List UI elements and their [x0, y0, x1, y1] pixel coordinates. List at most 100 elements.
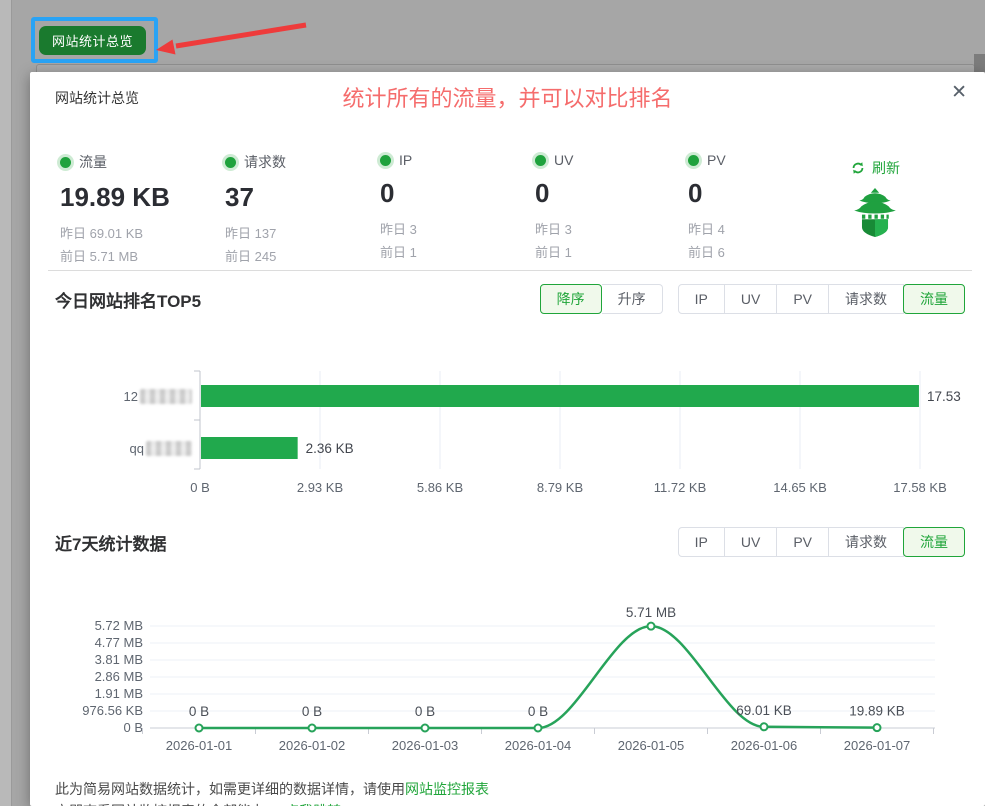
close-icon[interactable]: ✕ [951, 83, 967, 102]
stat-history: 昨日 3前日 1 [535, 218, 685, 264]
top5-bar-chart: 0 B 2.93 KB 5.86 KB 8.79 KB 11.72 KB 14.65 KB… [55, 357, 965, 507]
line-y-tick-label: 1.91 MB [95, 686, 143, 701]
bar-category-1: 12 [55, 385, 192, 407]
bar-rect [201, 385, 919, 407]
sort-desc-button[interactable]: 降序 [540, 284, 602, 314]
bar-x-tick-label: 2.93 KB [297, 480, 343, 495]
section-divider [48, 270, 972, 271]
line-chart-svg: 0 B976.56 KB1.91 MB2.86 MB3.81 MB4.77 MB… [55, 595, 965, 765]
bar-x-tick-label: 5.86 KB [417, 480, 463, 495]
stat-label: PV [707, 152, 726, 168]
site-stats-modal: 网站统计总览 统计所有的流量，并可以对比排名 ✕ 流量 19.89 KB 昨日 … [30, 72, 985, 806]
bar-x-tick-label: 0 B [190, 480, 210, 495]
line-y-tick-label: 2.86 MB [95, 669, 143, 684]
footer-text: 此为简易网站数据统计，如需更详细的数据详情，请使用 [55, 781, 405, 797]
line-x-tick-label: 2026-01-04 [505, 738, 572, 753]
stat-uv: UV 0 昨日 3前日 1 [535, 152, 685, 264]
tab-traffic[interactable]: 流量 [903, 527, 965, 557]
tab-pv[interactable]: PV [777, 284, 829, 314]
annotation-arrow-icon [148, 14, 313, 60]
stat-label: UV [554, 152, 573, 168]
sort-asc-button[interactable]: 升序 [602, 284, 663, 314]
line-point-label: 0 B [415, 704, 435, 719]
last7-line-chart: 0 B976.56 KB1.91 MB2.86 MB3.81 MB4.77 MB… [55, 595, 965, 765]
bar-category-text: qq [130, 441, 144, 456]
bar-value-label: 2.36 KB [306, 441, 354, 456]
green-dot-icon [688, 155, 699, 166]
baota-logo-icon [830, 187, 920, 242]
line-point-marker [309, 725, 316, 732]
refresh-button[interactable]: 刷新 [850, 158, 900, 178]
tab-requests[interactable]: 请求数 [829, 527, 904, 557]
line-point-label: 69.01 KB [736, 703, 792, 718]
stat-ip: IP 0 昨日 3前日 1 [380, 152, 530, 264]
modal-annotation-text: 统计所有的流量，并可以对比排名 [342, 81, 672, 113]
green-dot-icon [380, 155, 391, 166]
top5-title: 今日网站排名TOP5 [55, 287, 201, 312]
line-x-tick-label: 2026-01-07 [844, 738, 911, 753]
line-point-label: 5.71 MB [626, 605, 676, 620]
monitor-report-link[interactable]: 网站监控报表 [405, 781, 489, 797]
line-x-tick-label: 2026-01-03 [392, 738, 459, 753]
tab-traffic[interactable]: 流量 [903, 284, 965, 314]
stat-history: 昨日 69.01 KB前日 5.71 MB [60, 222, 210, 268]
tab-pv[interactable]: PV [777, 527, 829, 557]
footer-note-line2: 立即查看网站监控报表的全部能力>> 点我跳转 [55, 800, 341, 806]
last7-header-row: 近7天统计数据 IP UV PV 请求数 流量 [55, 527, 965, 557]
stat-value: 0 [380, 178, 530, 209]
bar-value-label: 17.53 K [927, 389, 965, 404]
line-y-tick-label: 0 B [123, 720, 143, 735]
stat-label: 流量 [79, 152, 107, 172]
green-dot-icon [225, 157, 236, 168]
last7-metric-tabs: IP UV PV 请求数 流量 [678, 527, 965, 557]
bar-x-tick-label: 14.65 KB [773, 480, 827, 495]
line-point-label: 0 B [528, 704, 548, 719]
stat-pv: PV 0 昨日 4前日 6 [688, 152, 838, 264]
sort-toggle-group: 降序 升序 [541, 284, 663, 314]
line-point-marker [422, 725, 429, 732]
line-x-tick-label: 2026-01-02 [279, 738, 346, 753]
tab-ip[interactable]: IP [678, 527, 725, 557]
bar-category-text: 12 [124, 389, 138, 404]
tab-requests[interactable]: 请求数 [829, 284, 904, 314]
stat-value: 37 [225, 182, 375, 213]
last7-title: 近7天统计数据 [55, 530, 166, 555]
stat-value: 19.89 KB [60, 182, 210, 213]
background-panel-edge [36, 64, 975, 72]
modal-title: 网站统计总览 [55, 88, 139, 108]
line-point-marker [535, 725, 542, 732]
background-scrollbar-strip [0, 0, 12, 806]
bar-rect [201, 437, 298, 459]
top5-metric-tabs: IP UV PV 请求数 流量 [678, 284, 965, 314]
tab-uv[interactable]: UV [725, 284, 777, 314]
line-point-marker [761, 723, 768, 730]
bar-x-tick-label: 11.72 KB [654, 480, 707, 495]
annotation-highlight-box [31, 17, 158, 63]
line-y-tick-label: 5.72 MB [95, 618, 143, 633]
line-y-tick-label: 976.56 KB [82, 703, 143, 718]
bar-category-2: qq [55, 437, 192, 459]
stat-traffic: 流量 19.89 KB 昨日 69.01 KB前日 5.71 MB [60, 152, 210, 268]
line-y-tick-label: 3.81 MB [95, 652, 143, 667]
bar-chart-svg: 0 B 2.93 KB 5.86 KB 8.79 KB 11.72 KB 14.65 KB… [55, 357, 965, 507]
green-dot-icon [60, 157, 71, 168]
bar-x-tick-label: 8.79 KB [537, 480, 583, 495]
footer-note-line1: 此为简易网站数据统计，如需更详细的数据详情，请使用网站监控报表 [55, 778, 489, 800]
tab-uv[interactable]: UV [725, 527, 777, 557]
top5-header-row: 今日网站排名TOP5 降序 升序 IP UV PV 请求数 流量 [55, 284, 965, 314]
stat-label: IP [399, 152, 412, 168]
line-x-tick-label: 2026-01-05 [618, 738, 685, 753]
stat-value: 0 [535, 178, 685, 209]
line-x-tick-label: 2026-01-06 [731, 738, 798, 753]
censored-domain-blur [146, 441, 192, 456]
stat-history: 昨日 3前日 1 [380, 218, 530, 264]
stat-history: 昨日 4前日 6 [688, 218, 838, 264]
line-point-label: 0 B [302, 704, 322, 719]
tab-ip[interactable]: IP [678, 284, 725, 314]
bar-x-tick-label: 17.58 KB [893, 480, 947, 495]
refresh-icon [850, 160, 866, 176]
background-corner-block [974, 54, 985, 72]
censored-domain-blur [140, 389, 192, 404]
line-point-marker [874, 724, 881, 731]
line-point-label: 0 B [189, 704, 209, 719]
